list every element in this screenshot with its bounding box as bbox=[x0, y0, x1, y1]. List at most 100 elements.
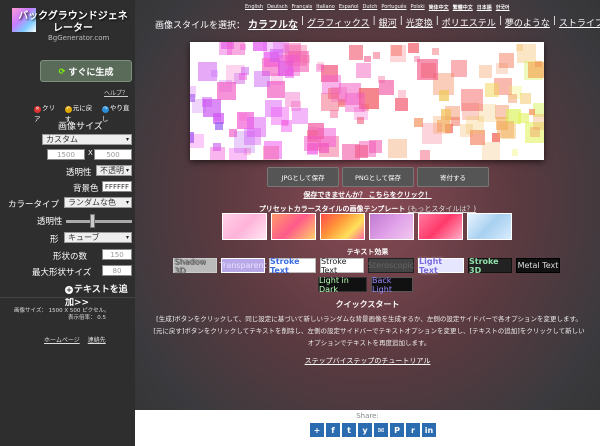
preset-thumb-blue[interactable] bbox=[467, 213, 512, 240]
text-effects-title: テキスト効果 bbox=[346, 248, 389, 256]
more-styles-link[interactable]: (もっとスタイルは？) bbox=[408, 205, 476, 213]
style-separator: | bbox=[498, 16, 502, 26]
preview-square bbox=[190, 131, 194, 143]
contact-link[interactable]: 連絡先 bbox=[88, 335, 106, 344]
effect-shadow-3d[interactable]: Shadow 3D bbox=[173, 257, 217, 275]
preview-square bbox=[390, 44, 403, 57]
background-preview[interactable] bbox=[190, 42, 544, 160]
preview-square bbox=[398, 89, 407, 98]
preview-square bbox=[190, 93, 196, 102]
opacity-slider-track[interactable] bbox=[66, 220, 132, 223]
effect-stroke-text-1[interactable]: Stroke Text bbox=[269, 257, 316, 275]
redo-button[interactable]: ↷ やり直し bbox=[101, 102, 135, 123]
effect-back-light[interactable]: Back Light bbox=[371, 276, 413, 294]
share-icon[interactable]: ✉ bbox=[374, 423, 388, 437]
preview-square bbox=[496, 62, 508, 75]
add-text-button[interactable]: + テキストを追加>> bbox=[65, 282, 135, 308]
size-select[interactable]: カスタム bbox=[42, 134, 132, 145]
style-selector: 画像スタイルを選択： カラフルな | グラフィックス | 銀河 | 光変換 | ポリエステル | 夢… bbox=[155, 16, 600, 31]
colortype-select[interactable]: ランダムな色 bbox=[64, 197, 132, 208]
preview-square bbox=[348, 45, 364, 60]
preview-square bbox=[344, 92, 365, 113]
effect-light-in-dark[interactable]: Light in Dark bbox=[318, 276, 367, 294]
preview-square bbox=[478, 65, 492, 79]
language-link[interactable]: Français bbox=[292, 4, 313, 11]
opacity-slider-thumb[interactable] bbox=[90, 214, 96, 228]
preset-thumb-rose[interactable] bbox=[418, 213, 463, 240]
preset-thumb-purple[interactable] bbox=[369, 213, 414, 240]
language-link[interactable]: 한국어 bbox=[496, 4, 510, 11]
max-shape-size-input[interactable]: 80 bbox=[102, 265, 132, 276]
language-link[interactable]: 简体中文 bbox=[429, 4, 449, 11]
language-links: English Deutsch Français Italiano Español Dut… bbox=[245, 4, 510, 11]
quickstart-title: クイックスタート bbox=[335, 300, 400, 309]
preset-thumb-pink[interactable] bbox=[222, 213, 267, 240]
save-png-button[interactable]: PNGとして保存 bbox=[342, 167, 414, 187]
generate-button[interactable]: ⟳ すぐに生成 bbox=[40, 60, 132, 82]
preview-square bbox=[535, 60, 542, 67]
preview-square bbox=[530, 126, 541, 137]
style-tab[interactable]: 夢のような bbox=[505, 16, 550, 31]
language-link[interactable]: 日本語 bbox=[477, 4, 492, 11]
plus-icon: + bbox=[65, 286, 73, 294]
share-icon[interactable]: in bbox=[422, 423, 436, 437]
language-link[interactable]: Português bbox=[381, 4, 406, 11]
width-input[interactable]: 1500 bbox=[47, 149, 85, 160]
quickstart-text: [生成]ボタンをクリックして、同じ設定に基づいて新しいランダムな背景画像を生成す… bbox=[153, 315, 585, 347]
effect-transparent[interactable]: Transparent bbox=[219, 258, 267, 273]
redo-icon: ↷ bbox=[101, 106, 109, 113]
logo-title[interactable]: バックグラウンドジェネレーター bbox=[14, 11, 132, 35]
share-icon[interactable]: P bbox=[390, 423, 404, 437]
preset-thumb-orange[interactable] bbox=[271, 213, 316, 240]
shape-count-input[interactable]: 150 bbox=[102, 249, 132, 260]
share-icon[interactable]: r bbox=[406, 423, 420, 437]
preview-square bbox=[331, 86, 348, 103]
transparency-select[interactable]: 不透明 bbox=[96, 165, 132, 176]
style-tab[interactable]: ストライプ bbox=[559, 16, 600, 31]
effect-stereoscopic[interactable]: Steroscopic bbox=[368, 258, 414, 273]
preview-square bbox=[378, 80, 395, 96]
language-link[interactable]: 繁體中文 bbox=[453, 4, 473, 11]
size-info: 画像サイズ： 1500 X 500 ピクセル。 表示倍率： 0.5 bbox=[14, 308, 110, 321]
preset-thumb-fire[interactable] bbox=[320, 213, 365, 240]
preview-square bbox=[330, 109, 339, 118]
style-tab[interactable]: 光変換 bbox=[406, 16, 433, 31]
save-jpg-button[interactable]: JPGとして保存 bbox=[267, 167, 339, 187]
effect-metal-text[interactable]: Metal Text bbox=[516, 258, 560, 273]
transparency-label: 透明性 bbox=[66, 168, 92, 178]
share-icon[interactable]: + bbox=[310, 423, 324, 437]
help-link[interactable]: ヘルプ？ bbox=[104, 88, 128, 97]
effect-light-text[interactable]: Light Text bbox=[418, 257, 464, 275]
style-tab[interactable]: ポリエステル bbox=[442, 16, 496, 31]
style-tab[interactable]: カラフルな bbox=[248, 16, 298, 31]
preview-square bbox=[252, 42, 268, 51]
language-link[interactable]: Italiano bbox=[316, 4, 335, 11]
share-icon[interactable]: f bbox=[326, 423, 340, 437]
settings-sidebar: バックグラウンドジェネレーター BgGenerator.com ⟳ すぐに生成 … bbox=[0, 0, 135, 446]
sidebar-footer-links: ホームページ 連絡先 bbox=[44, 335, 106, 344]
language-link[interactable]: Dutch bbox=[362, 4, 377, 11]
preview-square bbox=[421, 63, 437, 78]
share-icon[interactable]: t bbox=[342, 423, 356, 437]
donate-button[interactable]: 寄付する bbox=[417, 167, 489, 187]
home-link[interactable]: ホームページ bbox=[44, 335, 80, 344]
language-link[interactable]: Deutsch bbox=[267, 4, 288, 11]
preset-title: プリセットカラースタイルの画像テンプレート (もっとスタイルは？) bbox=[258, 205, 477, 213]
language-link[interactable]: Polski bbox=[410, 4, 424, 11]
preview-square bbox=[198, 62, 217, 81]
clear-button[interactable]: ✕ クリア bbox=[34, 102, 61, 123]
effect-stroke-3d[interactable]: Stroke 3D bbox=[468, 257, 512, 275]
language-link[interactable]: Español bbox=[339, 4, 359, 11]
style-tab[interactable]: グラフィックス bbox=[307, 16, 370, 31]
bgcolor-input[interactable]: FFFFFF bbox=[102, 181, 132, 192]
language-link[interactable]: English bbox=[245, 4, 263, 11]
preview-square bbox=[511, 149, 519, 156]
preview-square bbox=[239, 72, 247, 81]
share-icon[interactable]: y bbox=[358, 423, 372, 437]
tutorial-link[interactable]: ステップバイステップのチュートリアル bbox=[135, 356, 600, 366]
shape-select[interactable]: キューブ bbox=[64, 232, 132, 243]
save-help-link[interactable]: 保存できませんか？ こちらをクリック！ bbox=[135, 190, 600, 200]
height-input[interactable]: 500 bbox=[94, 149, 132, 160]
effect-stroke-text-2[interactable]: Stroke Text bbox=[320, 257, 364, 275]
style-tab[interactable]: 銀河 bbox=[379, 16, 397, 31]
